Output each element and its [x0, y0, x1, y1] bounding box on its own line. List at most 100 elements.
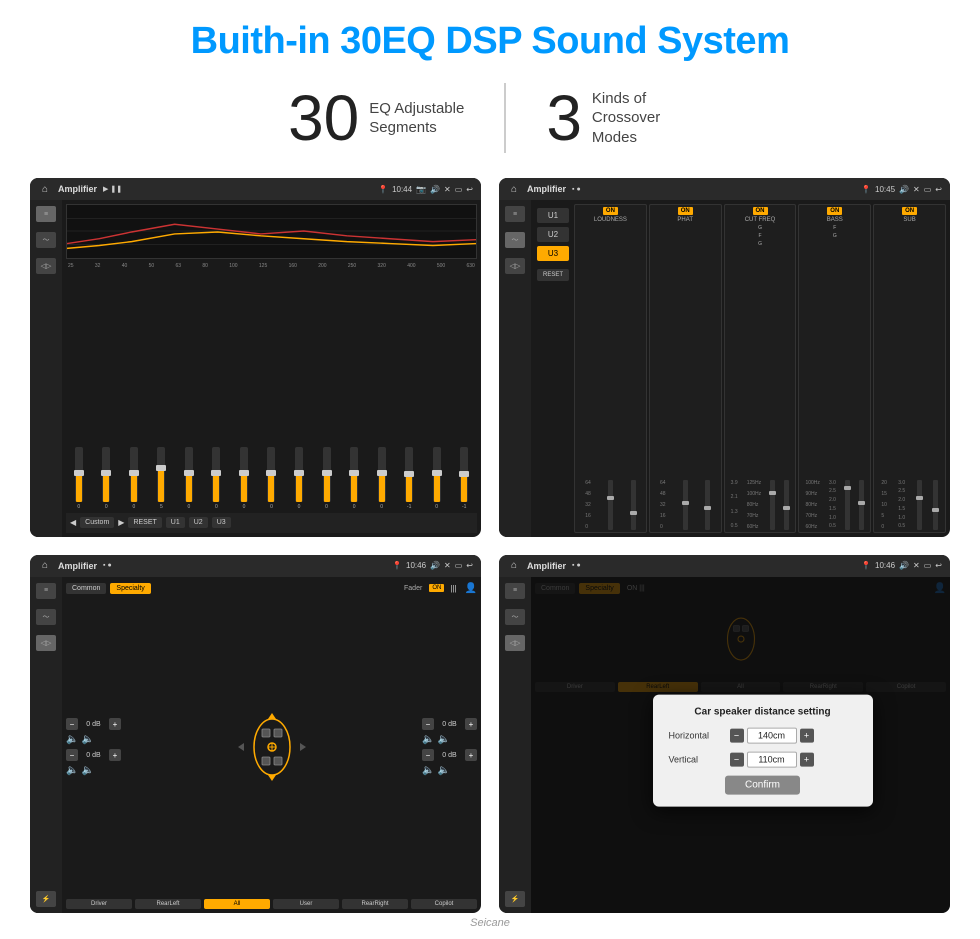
eq-slider-8[interactable]: 0 — [259, 447, 285, 510]
user-btn[interactable]: User — [273, 899, 339, 909]
eq-slider-4[interactable]: 5 — [149, 447, 175, 510]
common-btn[interactable]: Common — [66, 583, 106, 594]
speaker-icon-2[interactable]: ◁▷ — [505, 258, 525, 274]
eq-slider-5[interactable]: 0 — [176, 447, 202, 510]
wave-icon-2[interactable]: 〜 — [505, 232, 525, 248]
eq-slider-9[interactable]: 0 — [286, 447, 312, 510]
eq-slider-7[interactable]: 0 — [231, 447, 257, 510]
eq-icon-4[interactable]: ≡ — [505, 583, 525, 599]
screen4-body: ≡ 〜 ◁▷ ⚡ Common Specialty ON ||| 👤 — [499, 577, 950, 914]
phat-slider-2[interactable] — [705, 480, 710, 530]
wave-icon[interactable]: 〜 — [36, 232, 56, 248]
loudness-slider-2[interactable] — [631, 480, 636, 530]
speaker-icon[interactable]: ◁▷ — [36, 258, 56, 274]
home-icon-4[interactable]: ⌂ — [507, 559, 521, 573]
cutfreq-on[interactable]: ON — [753, 207, 768, 215]
horizontal-minus[interactable]: − — [730, 728, 744, 742]
wave-icon-3[interactable]: 〜 — [36, 609, 56, 625]
home-icon-3[interactable]: ⌂ — [38, 559, 52, 573]
custom-btn[interactable]: Custom — [80, 517, 114, 528]
sub-on[interactable]: ON — [902, 207, 917, 215]
rearright-btn[interactable]: RearRight — [342, 899, 408, 909]
home-icon-2[interactable]: ⌂ — [507, 182, 521, 196]
vertical-plus[interactable]: + — [800, 752, 814, 766]
back-icon-3[interactable]: ↩ — [466, 561, 473, 570]
eq-slider-13[interactable]: -1 — [396, 447, 422, 510]
vertical-value[interactable]: 110cm — [747, 751, 797, 767]
eq-slider-2[interactable]: 0 — [94, 447, 120, 510]
bass-slider-2[interactable] — [859, 480, 864, 530]
sub-slider-2[interactable] — [933, 480, 938, 530]
horizontal-value[interactable]: 140cm — [747, 727, 797, 743]
eq-icon-3[interactable]: ≡ — [36, 583, 56, 599]
vol2-plus[interactable]: + — [109, 749, 121, 761]
copilot-btn[interactable]: Copilot — [411, 899, 477, 909]
screens-grid: ⌂ Amplifier ▶ ❚❚ 📍 10:44 📷 🔊 ✕ ▭ ↩ ≡ 〜 ◁ — [30, 178, 950, 913]
close-icon[interactable]: ✕ — [444, 185, 451, 194]
car-controls-right: − 0 dB + 🔈 🔈 − 0 dB — [422, 599, 477, 897]
eq-slider-14[interactable]: 0 — [424, 447, 450, 510]
vol1-plus[interactable]: + — [109, 718, 121, 730]
reset-crossover-btn[interactable]: RESET — [537, 269, 569, 281]
vol4-minus[interactable]: − — [422, 749, 434, 761]
eq-icon[interactable]: ≡ — [36, 206, 56, 222]
close-icon-2[interactable]: ✕ — [913, 185, 920, 194]
eq-slider-12[interactable]: 0 — [369, 447, 395, 510]
phat-on[interactable]: ON — [678, 207, 693, 215]
bt-icon[interactable]: ⚡ — [36, 891, 56, 907]
window-icon-4: ▭ — [924, 561, 932, 570]
u2-btn[interactable]: U2 — [189, 517, 208, 528]
eq-slider-6[interactable]: 0 — [204, 447, 230, 510]
next-icon[interactable]: ▶ — [118, 518, 124, 527]
all-btn[interactable]: All — [204, 899, 270, 909]
u1-btn[interactable]: U1 — [166, 517, 185, 528]
freq-250: 250 — [348, 263, 356, 269]
specialty-mode-btn[interactable]: Specialty — [110, 583, 150, 594]
phat-slider-1[interactable] — [683, 480, 688, 530]
u3-crossover-btn[interactable]: U3 — [537, 246, 569, 261]
u1-crossover-btn[interactable]: U1 — [537, 208, 569, 223]
loudness-slider-1[interactable] — [608, 480, 613, 530]
screen3-main: Common Specialty Fader ON ||| 👤 — [62, 577, 481, 914]
vol3-plus[interactable]: + — [465, 718, 477, 730]
screen1-time: 10:44 — [392, 185, 412, 194]
eq-slider-11[interactable]: 0 — [341, 447, 367, 510]
speaker-icon-4[interactable]: ◁▷ — [505, 635, 525, 651]
back-icon-4[interactable]: ↩ — [935, 561, 942, 570]
cutfreq-slider-1[interactable] — [770, 480, 775, 530]
wave-icon-4[interactable]: 〜 — [505, 609, 525, 625]
loudness-on[interactable]: ON — [603, 207, 618, 215]
eq-slider-3[interactable]: 0 — [121, 447, 147, 510]
horizontal-plus[interactable]: + — [800, 728, 814, 742]
sub-slider-1[interactable] — [917, 480, 922, 530]
vertical-minus[interactable]: − — [730, 752, 744, 766]
vol4-plus[interactable]: + — [465, 749, 477, 761]
rearleft-btn[interactable]: RearLeft — [135, 899, 201, 909]
vol3-minus[interactable]: − — [422, 718, 434, 730]
eq-slider-15[interactable]: -1 — [451, 447, 477, 510]
eq-icon-2[interactable]: ≡ — [505, 206, 525, 222]
fader-toggle[interactable]: ||| — [450, 584, 456, 593]
reset-btn[interactable]: RESET — [128, 517, 161, 528]
close-icon-3[interactable]: ✕ — [444, 561, 451, 570]
back-icon-2[interactable]: ↩ — [935, 185, 942, 194]
u2-crossover-btn[interactable]: U2 — [537, 227, 569, 242]
speaker-icon-3[interactable]: ◁▷ — [36, 635, 56, 651]
u3-btn[interactable]: U3 — [212, 517, 231, 528]
bass-slider-1[interactable] — [845, 480, 850, 530]
vol1-minus[interactable]: − — [66, 718, 78, 730]
eq-slider-10[interactable]: 0 — [314, 447, 340, 510]
fader-on[interactable]: ON — [429, 584, 444, 592]
driver-btn[interactable]: Driver — [66, 899, 132, 909]
bt-icon-2[interactable]: ⚡ — [505, 891, 525, 907]
vol2-minus[interactable]: − — [66, 749, 78, 761]
home-icon[interactable]: ⌂ — [38, 182, 52, 196]
eq-slider-1[interactable]: 0 — [66, 447, 92, 510]
confirm-button[interactable]: Confirm — [725, 775, 800, 794]
bass-on[interactable]: ON — [827, 207, 842, 215]
cutfreq-slider-2[interactable] — [784, 480, 789, 530]
close-icon-4[interactable]: ✕ — [913, 561, 920, 570]
user-icon[interactable]: 👤 — [465, 583, 477, 594]
back-icon[interactable]: ↩ — [466, 185, 473, 194]
prev-icon[interactable]: ◀ — [70, 518, 76, 527]
